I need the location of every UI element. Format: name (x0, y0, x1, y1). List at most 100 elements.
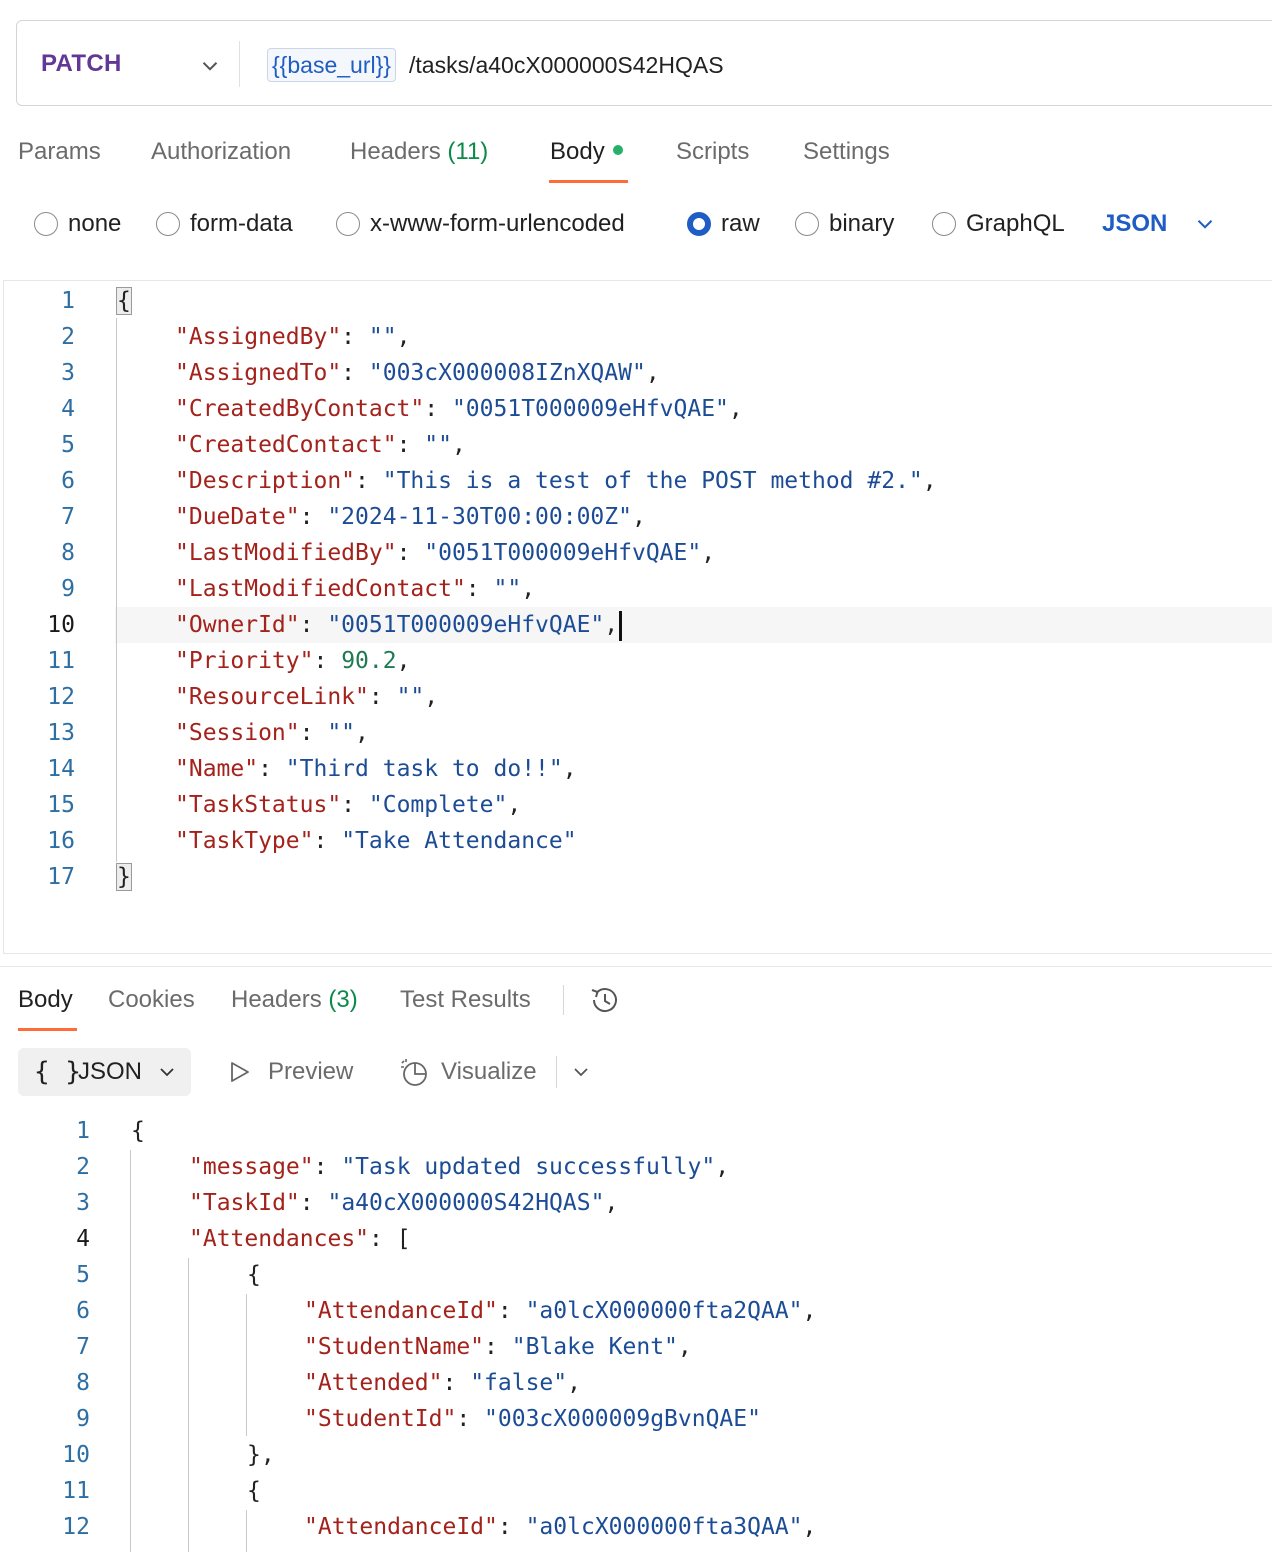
json-trail: , (451, 432, 466, 458)
json-key: "AttendanceId" (304, 1514, 498, 1540)
radio-urlencoded-label: x-www-form-urlencoded (370, 210, 625, 237)
preview-button[interactable]: Preview (228, 1054, 353, 1090)
resp-tab-headers[interactable]: Headers (3) (231, 982, 358, 1018)
line-number: 7 (76, 1334, 90, 1360)
code-line: "CreatedByContact": "0051T000009eHfvQAE"… (175, 396, 743, 422)
response-divider (0, 966, 1272, 967)
line-number: 7 (61, 504, 75, 530)
line-number: 12 (62, 1514, 90, 1540)
radio-form-data[interactable]: form-data (156, 206, 293, 242)
line-number: 5 (61, 432, 75, 458)
code-line: "Priority": 90.2, (175, 648, 411, 674)
radio-urlencoded[interactable]: x-www-form-urlencoded (336, 206, 625, 242)
line-number: 9 (61, 576, 75, 602)
json-key: "CreatedByContact" (175, 396, 425, 422)
code-line: "AttendanceId": "a0lcX000000fta3QAA", (304, 1514, 817, 1540)
json-value: "" (368, 324, 397, 350)
resp-tab-cookies[interactable]: Cookies (108, 982, 195, 1018)
radio-graphql[interactable]: GraphQL (932, 206, 1065, 242)
json-value: "Blake Kent" (511, 1334, 678, 1360)
url-variable[interactable]: {{base_url}} (267, 48, 396, 82)
line-number: 6 (76, 1298, 90, 1324)
radio-raw-label: raw (721, 210, 760, 237)
json-value: "a0lcX000000fta2QAA" (525, 1298, 803, 1324)
tab-headers[interactable]: Headers (11) (350, 134, 488, 170)
line-number: 17 (47, 864, 75, 890)
chevron-down-icon (160, 1068, 174, 1077)
chevron-down-icon[interactable] (197, 53, 223, 79)
indent-guide (246, 1294, 247, 1436)
tab-body[interactable]: Body (550, 134, 623, 170)
radio-none[interactable]: none (34, 206, 121, 242)
json-key: "DueDate" (175, 504, 300, 530)
tab-settings[interactable]: Settings (803, 134, 890, 170)
code-line: }, (247, 1437, 275, 1473)
bracket: [ (396, 1226, 411, 1252)
json-key: "Description" (175, 468, 356, 494)
url-divider (239, 41, 240, 87)
code-line: "OwnerId": "0051T000009eHfvQAE", (175, 607, 623, 643)
code-line: "TaskId": "a40cX000000S42HQAS", (189, 1190, 619, 1216)
code-line: "CreatedContact": "", (175, 432, 466, 458)
url-bar: PATCH {{base_url}} /tasks/a40cX000000S42… (16, 20, 1272, 106)
chevron-down-icon[interactable] (1192, 211, 1218, 237)
radio-raw[interactable]: raw (687, 206, 760, 242)
json-value: "Third task to do!!" (285, 756, 563, 782)
body-format-selector[interactable]: JSON (1102, 206, 1167, 242)
line-number: 15 (47, 792, 75, 818)
resp-tab-headers-count: (3) (328, 986, 358, 1013)
active-tab-indicator (18, 1028, 77, 1031)
json-trail: , (604, 612, 619, 638)
code-line: { (247, 1257, 261, 1293)
code-line: "Attendances": [ (189, 1226, 411, 1252)
url-input[interactable]: /tasks/a40cX000000S42HQAS (409, 48, 724, 82)
json-value: "Task updated successfully" (341, 1154, 716, 1180)
code-line: "Attended": "false", (304, 1370, 581, 1396)
line-number: 1 (61, 288, 75, 314)
method-selector[interactable]: PATCH (41, 21, 122, 107)
json-value: 90.2 (341, 648, 397, 674)
tab-headers-count: (11) (447, 138, 489, 165)
json-trail: , (507, 792, 522, 818)
json-value: "003cX000008IZnXQAW" (368, 360, 646, 386)
json-trail: , (645, 360, 660, 386)
code-line: "LastModifiedBy": "0051T000009eHfvQAE", (175, 540, 716, 566)
json-key: "Priority" (175, 648, 314, 674)
chevron-down-icon[interactable] (569, 1060, 593, 1084)
visualize-label: Visualize (441, 1058, 537, 1085)
radio-circle (932, 212, 956, 236)
code-line: "TaskStatus": "Complete", (175, 792, 522, 818)
json-key: "LastModifiedContact" (175, 576, 466, 602)
code-line: { (247, 1473, 261, 1509)
json-trail: , (631, 504, 646, 530)
json-value: "0051T000009eHfvQAE" (451, 396, 729, 422)
resp-tab-test-results[interactable]: Test Results (400, 982, 531, 1018)
code-line: "ResourceLink": "", (175, 684, 439, 710)
json-key: "message" (189, 1154, 314, 1180)
json-value: "a0lcX000000fta3QAA" (525, 1514, 803, 1540)
json-trail: , (701, 540, 716, 566)
json-trail: , (728, 396, 743, 422)
radio-binary[interactable]: binary (795, 206, 894, 242)
code-line: { (116, 283, 132, 319)
divider (563, 985, 564, 1015)
json-value: "" (424, 432, 452, 458)
json-key: "AssignedTo" (175, 360, 342, 386)
indent-guide (188, 1258, 189, 1552)
response-format-button[interactable]: { } JSON (18, 1048, 191, 1096)
radio-circle (34, 212, 58, 236)
visualize-button[interactable]: Visualize (398, 1054, 537, 1090)
line-number: 8 (76, 1370, 90, 1396)
tab-authorization[interactable]: Authorization (151, 134, 291, 170)
json-key: "TaskId" (189, 1190, 300, 1216)
code-line: "message": "Task updated successfully", (189, 1154, 730, 1180)
json-key: "Name" (175, 756, 259, 782)
history-icon[interactable] (588, 983, 622, 1017)
code-line: "Session": "", (175, 720, 369, 746)
code-line: "Name": "Third task to do!!", (175, 756, 577, 782)
tab-scripts[interactable]: Scripts (676, 134, 749, 170)
line-number: 14 (47, 756, 75, 782)
tab-params[interactable]: Params (18, 134, 101, 170)
line-number: 2 (61, 324, 75, 350)
resp-tab-body[interactable]: Body (18, 982, 73, 1018)
